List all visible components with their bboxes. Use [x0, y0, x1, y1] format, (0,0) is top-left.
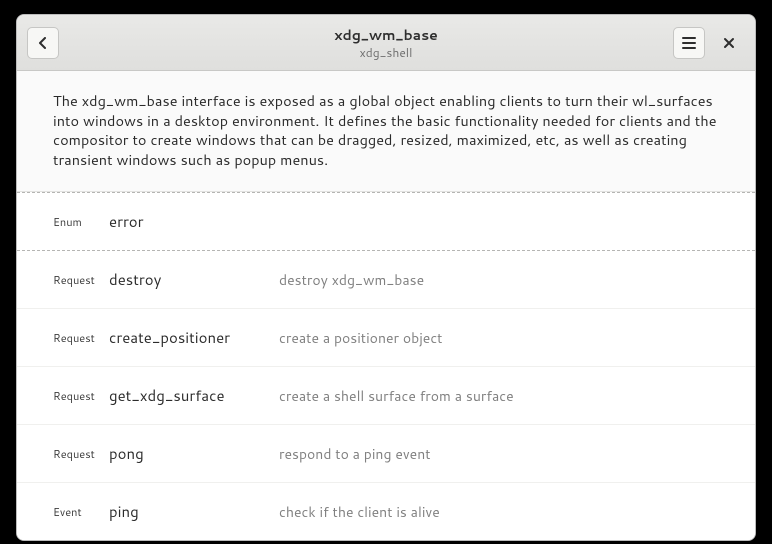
window-subtitle: xdg_shell: [360, 44, 413, 61]
member-name: ping: [109, 501, 279, 522]
content-area: The xdg_wm_base interface is exposed as …: [17, 71, 755, 540]
window-title: xdg_wm_base: [334, 25, 438, 45]
list-item[interactable]: Request destroy destroy xdg_wm_base: [17, 251, 755, 309]
member-kind: Request: [53, 330, 109, 346]
headerbar-title-group: xdg_wm_base xdg_shell: [17, 15, 755, 70]
list-item[interactable]: Enum error: [17, 192, 755, 251]
headerbar: xdg_wm_base xdg_shell: [17, 15, 755, 71]
hamburger-icon: [682, 37, 696, 49]
members-list: Enum error Request destroy destroy xdg_w…: [17, 192, 755, 540]
member-kind: Event: [53, 504, 109, 520]
close-icon: [723, 37, 735, 49]
back-button[interactable]: [27, 27, 59, 59]
interface-description: The xdg_wm_base interface is exposed as …: [17, 71, 755, 192]
chevron-left-icon: [37, 37, 49, 49]
app-window: xdg_wm_base xdg_shell The xdg_wm_base in…: [16, 14, 756, 541]
headerbar-left: [17, 27, 69, 59]
member-summary: respond to a ping event: [279, 444, 719, 464]
member-name: destroy: [109, 269, 279, 290]
member-summary: create a positioner object: [279, 328, 719, 348]
member-name: pong: [109, 443, 279, 464]
member-name: get_xdg_surface: [109, 385, 279, 406]
member-kind: Request: [53, 388, 109, 404]
close-button[interactable]: [713, 27, 745, 59]
member-kind: Request: [53, 446, 109, 462]
member-summary: destroy xdg_wm_base: [279, 270, 719, 290]
member-name: create_positioner: [109, 327, 279, 348]
list-item[interactable]: Request create_positioner create a posit…: [17, 309, 755, 367]
menu-button[interactable]: [673, 27, 705, 59]
list-item[interactable]: Request pong respond to a ping event: [17, 425, 755, 483]
list-item[interactable]: Event ping check if the client is alive: [17, 483, 755, 540]
member-kind: Request: [53, 272, 109, 288]
list-item[interactable]: Request get_xdg_surface create a shell s…: [17, 367, 755, 425]
member-summary: create a shell surface from a surface: [279, 386, 719, 406]
headerbar-right: [663, 27, 755, 59]
member-name: error: [109, 211, 279, 232]
member-summary: check if the client is alive: [279, 502, 719, 522]
member-kind: Enum: [53, 214, 109, 230]
